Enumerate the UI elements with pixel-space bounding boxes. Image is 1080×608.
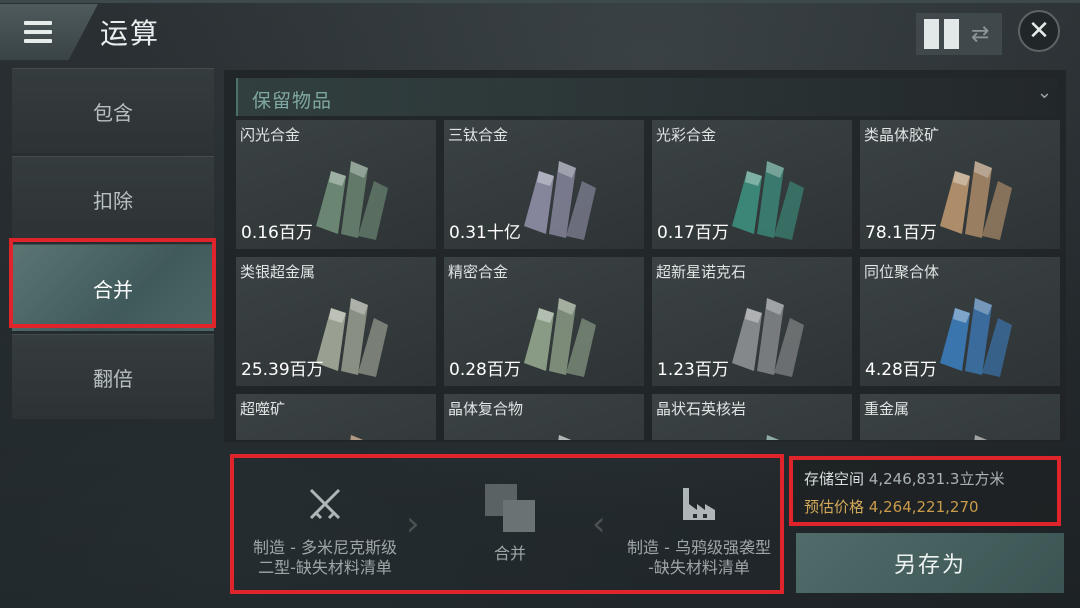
item-name: 超新星诺克石	[656, 263, 747, 281]
item-card[interactable]: 重金属	[860, 394, 1060, 440]
top-border	[0, 0, 1080, 3]
item-name: 精密合金	[448, 263, 509, 281]
item-name: 三钛合金	[448, 126, 509, 144]
top-bar: 运算 ⇄ ✕	[0, 0, 1080, 64]
item-quantity: 0.16百万	[241, 223, 313, 243]
panel-header[interactable]: 保留物品 ⌄	[236, 78, 1058, 116]
ore-crystal-icon	[558, 435, 572, 440]
item-card[interactable]: 闪光合金 0.16百万	[236, 120, 436, 249]
item-quantity: 4.28百万	[865, 360, 937, 380]
panel-title: 保留物品	[252, 90, 333, 112]
item-quantity: 1.23百万	[657, 360, 729, 380]
item-card[interactable]: 同位聚合体 4.28百万	[860, 257, 1060, 386]
sidebar-item-double[interactable]: 翻倍	[12, 334, 214, 419]
highlight-box	[230, 454, 784, 594]
sidebar-item-label: 包含	[93, 100, 133, 125]
save-as-button[interactable]: 另存为	[796, 533, 1064, 593]
item-quantity: 0.17百万	[657, 223, 729, 243]
item-card[interactable]: 光彩合金 0.17百万	[652, 120, 852, 249]
item-quantity: 78.1百万	[865, 223, 937, 243]
swap-arrows-icon: ⇄	[971, 21, 990, 47]
item-grid: 闪光合金 0.16百万 三钛合金 0.31十亿 光彩合金 0.17百万 类晶体胶矿 78.1百…	[236, 120, 1066, 440]
item-name: 光彩合金	[656, 126, 717, 144]
sidebar-item-include[interactable]: 包含	[12, 68, 214, 153]
item-card[interactable]: 超噬矿	[236, 394, 436, 440]
item-quantity: 25.39百万	[241, 360, 324, 380]
layout-toggle-button[interactable]: ⇄	[916, 13, 1002, 55]
ore-crystal-icon	[350, 435, 364, 440]
highlight-box	[789, 456, 1061, 526]
close-button[interactable]: ✕	[1018, 10, 1060, 52]
two-column-icon	[924, 19, 959, 49]
highlight-box	[9, 238, 216, 328]
item-card[interactable]: 超新星诺克石 1.23百万	[652, 257, 852, 386]
sidebar-item-deduct[interactable]: 扣除	[12, 156, 214, 241]
item-name: 类晶体胶矿	[864, 126, 940, 144]
item-card[interactable]: 晶体复合物	[444, 394, 644, 440]
item-card[interactable]: 类银超金属 25.39百万	[236, 257, 436, 386]
item-quantity: 0.31十亿	[449, 223, 521, 243]
reserved-items-panel: 保留物品 ⌄ 闪光合金 0.16百万 三钛合金 0.31十亿 光彩合金 0.17百万 类晶体…	[224, 70, 1066, 442]
chevron-down-icon[interactable]: ⌄	[1037, 82, 1052, 103]
item-name: 晶状石英核岩	[656, 400, 747, 418]
item-name: 类银超金属	[240, 263, 316, 281]
item-name: 闪光合金	[240, 126, 301, 144]
close-icon: ✕	[1028, 16, 1050, 46]
item-card[interactable]: 类晶体胶矿 78.1百万	[860, 120, 1060, 249]
item-card[interactable]: 晶状石英核岩	[652, 394, 852, 440]
item-card[interactable]: 三钛合金 0.31十亿	[444, 120, 644, 249]
hamburger-icon	[24, 16, 52, 48]
item-name: 晶体复合物	[448, 400, 524, 418]
sidebar-item-label: 扣除	[93, 188, 133, 213]
ore-crystal-icon	[766, 435, 780, 440]
item-card[interactable]: 精密合金 0.28百万	[444, 257, 644, 386]
item-name: 同位聚合体	[864, 263, 940, 281]
sidebar-item-label: 翻倍	[93, 366, 133, 391]
menu-button[interactable]	[0, 4, 98, 60]
item-name: 超噬矿	[240, 400, 286, 418]
ore-crystal-icon	[974, 435, 988, 440]
item-name: 重金属	[864, 400, 910, 418]
item-quantity: 0.28百万	[449, 360, 521, 380]
page-title: 运算	[100, 17, 161, 50]
